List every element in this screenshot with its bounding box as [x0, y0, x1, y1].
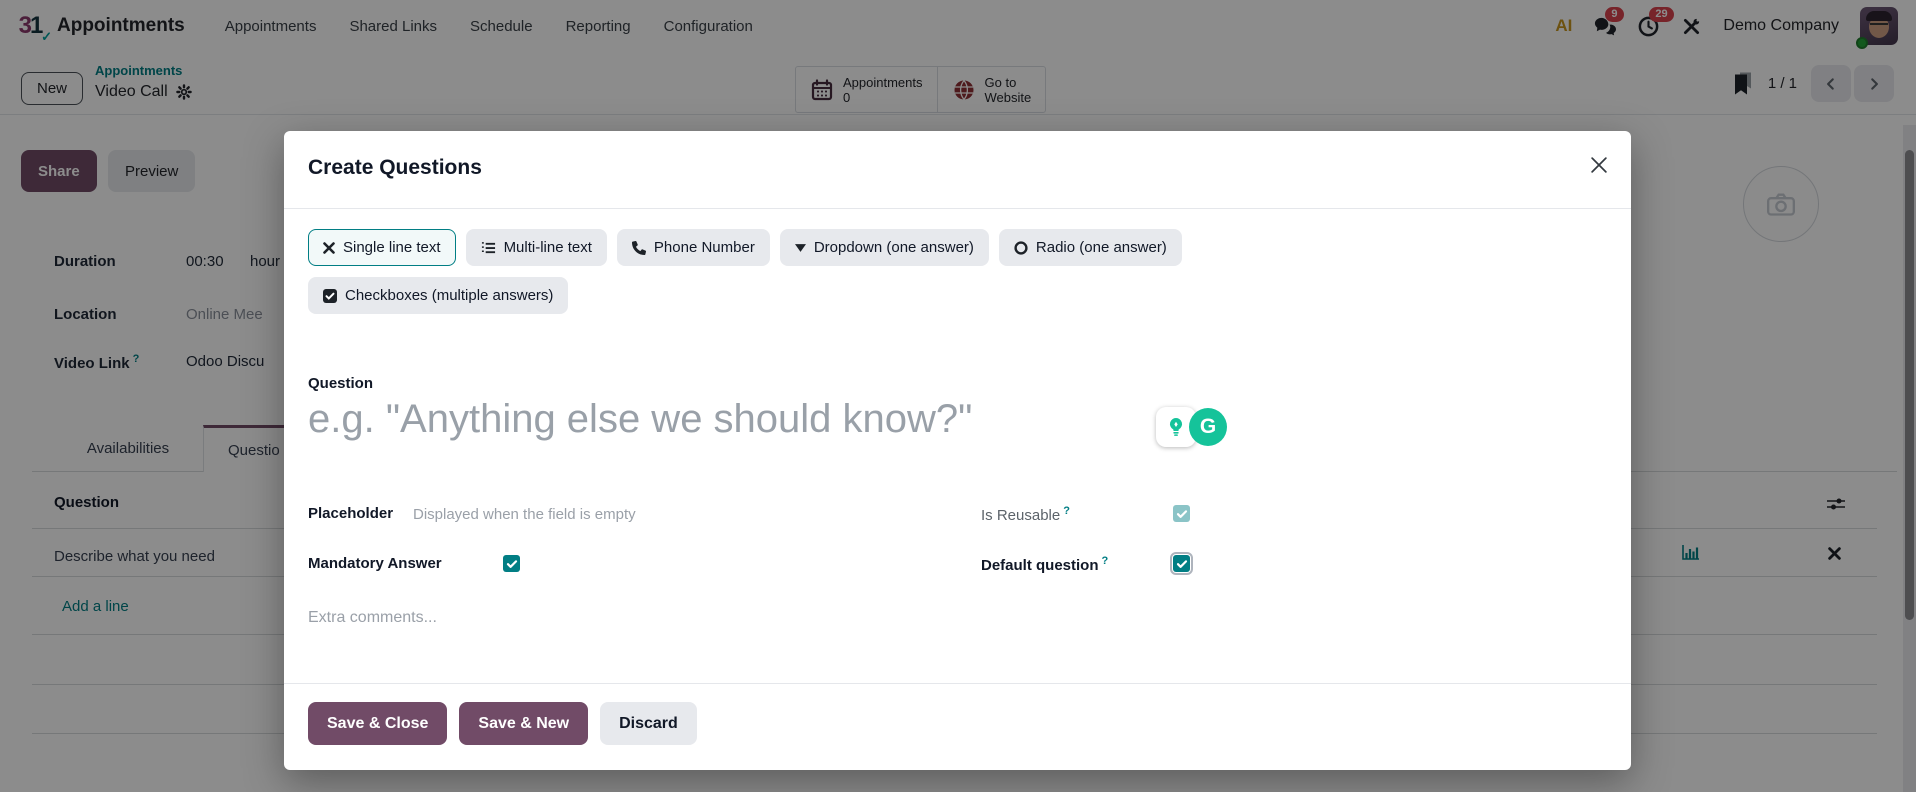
help-icon: ? [1063, 505, 1070, 517]
mandatory-row: Mandatory Answer Default question? [308, 552, 1607, 577]
type-checkboxes[interactable]: Checkboxes (multiple answers) [308, 277, 569, 314]
check-icon [1176, 559, 1187, 568]
placeholder-row: Placeholder Displayed when the field is … [308, 505, 1607, 527]
type-single-line-text[interactable]: Single line text [308, 229, 456, 266]
dialog-footer: Save & Close Save & New Discard [308, 702, 697, 745]
dialog-title: Create Questions [308, 156, 482, 179]
question-label: Question [308, 375, 374, 392]
check-icon [506, 559, 517, 568]
grammarly-widget: G [1156, 407, 1227, 447]
checkbox-icon [323, 288, 337, 303]
save-and-close-button[interactable]: Save & Close [308, 702, 448, 745]
header-divider [284, 208, 1631, 209]
type-multi-line-text[interactable]: Multi-line text [465, 229, 607, 266]
placeholder-label: Placeholder [308, 505, 394, 522]
close-icon [1591, 157, 1607, 173]
default-question-label: Default question? [981, 555, 1109, 574]
question-type-row-2: Checkboxes (multiple answers) [308, 277, 569, 314]
screen: 31 ✓ Appointments Appointments Shared Li… [0, 0, 1916, 792]
close-button[interactable] [1583, 149, 1615, 181]
footer-divider [284, 683, 1631, 684]
mandatory-answer-checkbox[interactable] [503, 555, 520, 572]
extra-comments-input[interactable]: Extra comments... [308, 609, 437, 627]
placeholder-input[interactable]: Displayed when the field is empty [413, 506, 636, 523]
ordered-list-icon [481, 241, 495, 253]
phone-icon [631, 240, 646, 255]
default-question-checkbox[interactable] [1170, 552, 1193, 575]
question-type-row-1: Single line text Multi-line text Phone N… [308, 229, 1182, 266]
x-mark-icon [323, 241, 335, 254]
save-and-new-button[interactable]: Save & New [459, 702, 589, 745]
radio-circle-icon [1014, 240, 1028, 255]
create-questions-dialog: Create Questions Single line text Multi-… [284, 131, 1631, 770]
check-icon [1176, 509, 1187, 518]
help-icon: ? [1101, 555, 1109, 567]
mandatory-answer-label: Mandatory Answer [308, 555, 442, 572]
type-dropdown[interactable]: Dropdown (one answer) [779, 229, 989, 266]
caret-down-icon [794, 243, 806, 252]
type-radio[interactable]: Radio (one answer) [998, 229, 1182, 266]
lightbulb-icon [1169, 417, 1183, 436]
type-phone-number[interactable]: Phone Number [616, 229, 770, 266]
is-reusable-checkbox[interactable] [1173, 505, 1190, 522]
grammarly-icon[interactable]: G [1189, 408, 1227, 446]
discard-button[interactable]: Discard [600, 702, 697, 745]
is-reusable-label: Is Reusable? [981, 505, 1070, 524]
question-input[interactable]: e.g. "Anything else we should know?" [308, 397, 972, 442]
